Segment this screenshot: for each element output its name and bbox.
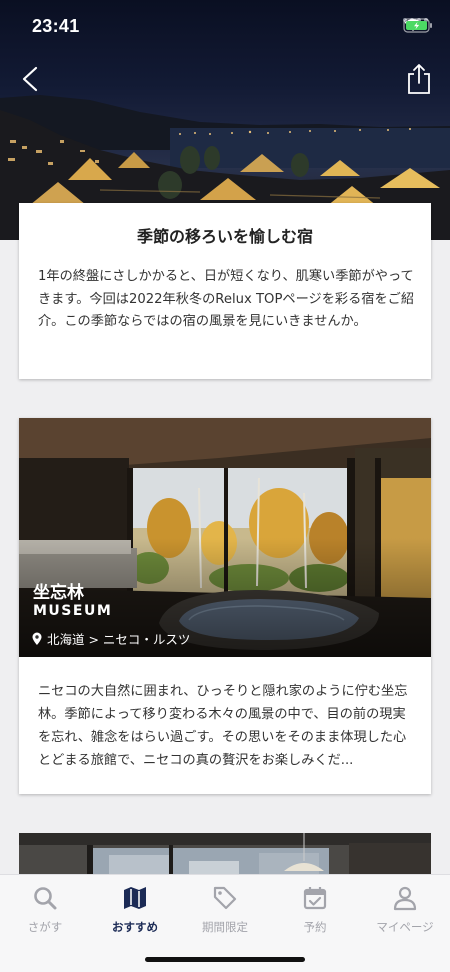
hotel-description: ニセコの大自然に囲まれ、ひっそりと隠れ家のように佇む坐忘林。季節によって移り変わ… — [38, 684, 408, 768]
hotel-card[interactable]: 坐忘林 MUSEUM 北海道 > ニセコ・ルスツ ニセコの大自然に囲まれ、ひっそ… — [19, 418, 431, 794]
hotel-location: 北海道 > ニセコ・ルスツ — [31, 629, 190, 648]
intro-body: 1年の終盤にさしかかると、日が短くなり、肌寒い季節がやってきます。今回は2022… — [38, 269, 415, 329]
location-pin-icon — [32, 632, 42, 645]
tab-limited[interactable]: 期間限定 — [180, 883, 270, 945]
map-icon — [124, 887, 146, 909]
tag-icon — [213, 886, 237, 910]
tab-search-label: さがす — [27, 920, 63, 934]
battery-icon — [403, 18, 432, 33]
chevron-left-icon — [22, 66, 38, 92]
calendar-check-icon — [303, 887, 327, 910]
intro-title: 季節の移ろいを愉しむ宿 — [136, 227, 313, 246]
hotel-photo: 坐忘林 MUSEUM 北海道 > ニセコ・ルスツ — [19, 418, 431, 657]
tab-recommended[interactable]: おすすめ — [90, 883, 180, 945]
back-button[interactable] — [14, 62, 48, 96]
hotel-name: 坐忘林 — [33, 583, 84, 603]
hotel-location-text: 北海道 > ニセコ・ルスツ — [47, 632, 191, 647]
tab-mypage-label: マイページ — [376, 920, 434, 934]
share-icon — [408, 64, 430, 94]
status-time: 23:41 — [32, 16, 80, 36]
tab-recommended-label: おすすめ — [112, 920, 158, 934]
tab-mypage[interactable]: マイページ — [360, 883, 450, 945]
tab-limited-label: 期間限定 — [202, 920, 248, 934]
hotel-subtitle: MUSEUM — [33, 603, 113, 619]
status-icons — [403, 18, 432, 33]
intro-card: 季節の移ろいを愉しむ宿 1年の終盤にさしかかると、日が短くなり、肌寒い季節がやっ… — [19, 203, 431, 379]
tab-search[interactable]: さがす — [0, 883, 90, 945]
tab-reservation[interactable]: 予約 — [270, 883, 360, 945]
search-icon — [34, 887, 57, 910]
tab-reservation-label: 予約 — [303, 920, 327, 934]
status-bar: 23:41 — [0, 0, 450, 54]
person-icon — [393, 886, 417, 911]
home-indicator — [145, 957, 305, 962]
share-button[interactable] — [404, 62, 434, 96]
hotel-interior-image — [19, 418, 431, 657]
